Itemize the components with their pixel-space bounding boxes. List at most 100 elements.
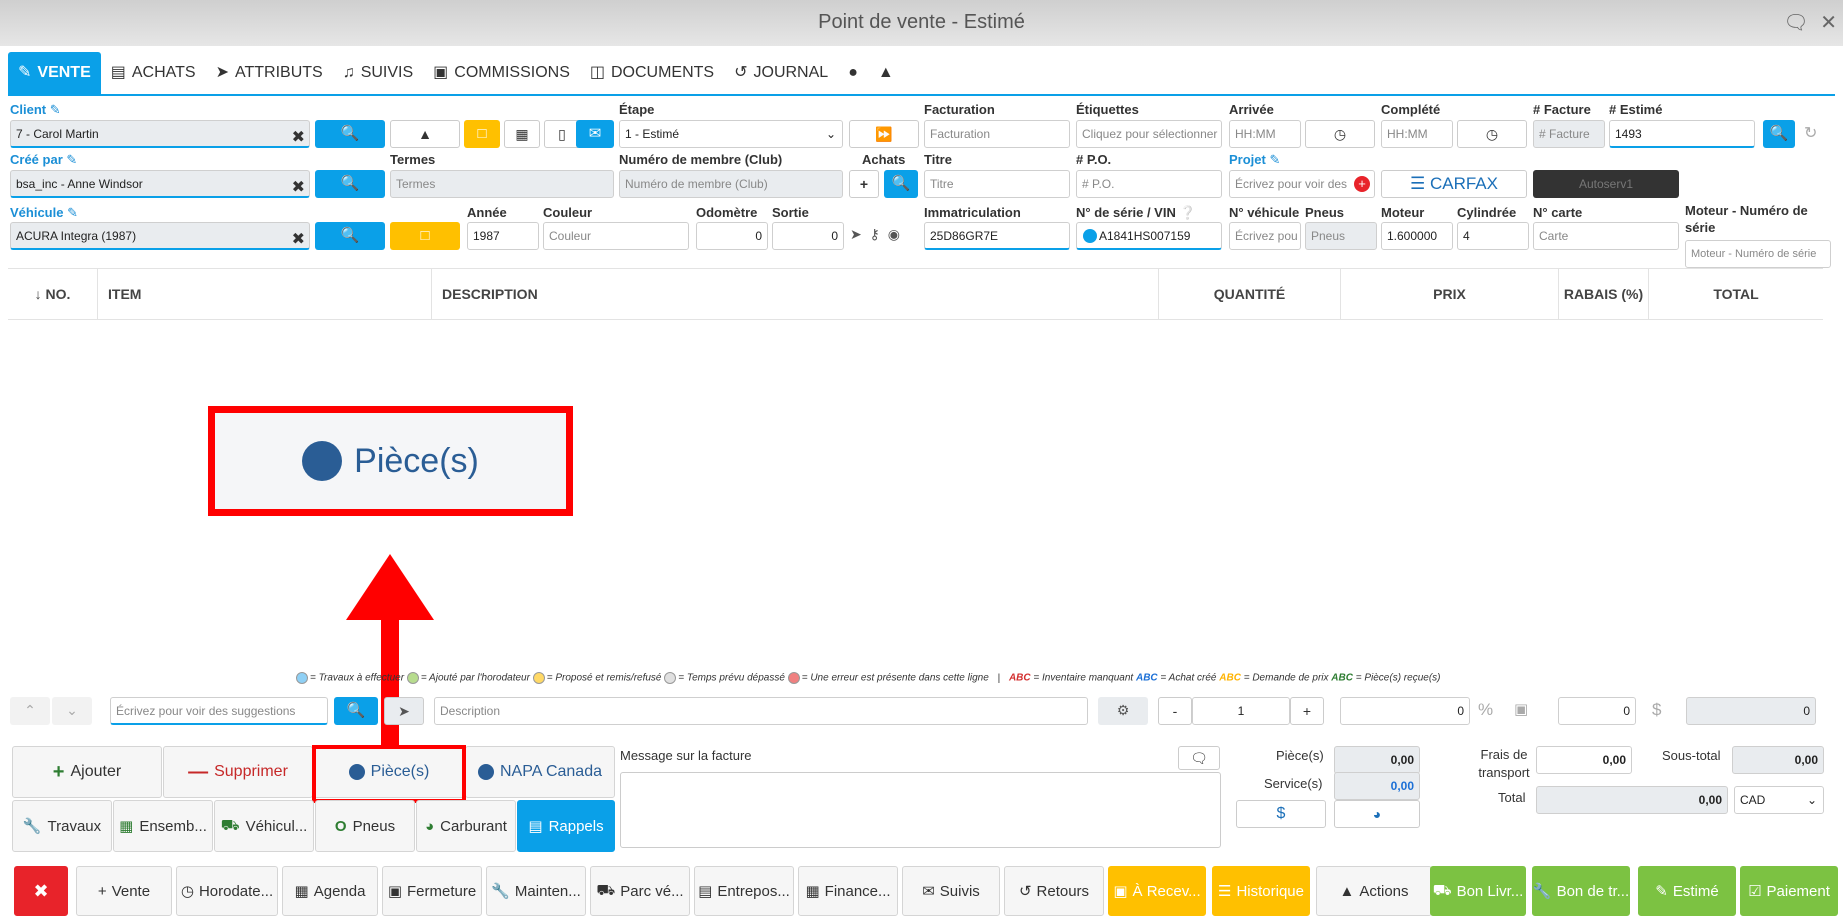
entreposage-button[interactable]: ▤ Entrepos... [694,866,794,916]
add-achat-button[interactable]: + [849,170,879,198]
clear-icon[interactable]: ✖ [292,175,305,196]
client-field[interactable]: 7 - Carol Martin ✖ [10,120,310,148]
message-textarea[interactable] [620,772,1221,848]
odometre-field[interactable]: 0 [696,222,768,250]
autoserv-button[interactable]: Autoserv1 [1533,170,1679,198]
settings-button[interactable]: ⚙ [1098,697,1148,725]
couleur-field[interactable]: Couleur [543,222,689,250]
napa-button[interactable]: NAPA Canada [465,746,615,798]
move-down-button[interactable]: ⌄ [52,697,92,725]
tab-vente[interactable]: ✎ VENTE [8,52,101,94]
next-step-button[interactable]: ⏩ [849,120,919,148]
supprimer-button[interactable]: — Supprimer [163,746,313,798]
pneus-button[interactable]: O Pneus [315,800,415,852]
a-recevoir-button[interactable]: ▣ À Recev... [1108,866,1206,916]
ensemble-button[interactable]: ▦ Ensemb... [113,800,213,852]
frais-field[interactable]: 0,00 [1536,746,1632,774]
clear-icon[interactable]: ✖ [292,125,305,146]
cree-par-field[interactable]: bsa_inc - Anne Windsor ✖ [10,170,310,198]
projet-label[interactable]: Projet ✎ [1229,152,1280,168]
client-search-button[interactable]: 🔍 [315,120,385,148]
binoculars-button[interactable]: ▲ [390,120,460,148]
immatriculation-field[interactable]: 25D86GR7E [924,222,1070,250]
horodateur-button[interactable]: ◷ Horodate... [176,866,278,916]
description-input[interactable]: Description [434,697,1088,725]
message-comment-button[interactable]: 🗨 [1178,746,1220,770]
achat-search-button[interactable]: 🔍 [884,170,918,198]
termes-field[interactable]: Termes [390,170,614,198]
arrivee-field[interactable]: HH:MM [1229,120,1301,148]
item-search-button[interactable]: 🔍 [334,697,378,725]
cylindree-field[interactable]: 4 [1457,222,1529,250]
tab-globe[interactable]: ● [838,52,868,94]
complete-field[interactable]: HH:MM [1381,120,1453,148]
phone-button[interactable]: ▯ [544,120,580,148]
pneus-field[interactable]: Pneus [1305,222,1377,250]
carfax-button[interactable]: ☰ CARFAX [1381,170,1527,198]
tab-suivis[interactable]: ♫ SUIVIS [333,52,423,94]
add-project-icon[interactable]: + [1354,176,1370,192]
paiement-button[interactable]: ☑ Paiement [1740,866,1838,916]
cancel-button[interactable]: ✖ [14,866,68,916]
qty-plus-button[interactable]: + [1290,697,1324,725]
dollar-toggle[interactable]: $ [1652,700,1661,720]
suivis-button[interactable]: ✉ Suivis [902,866,1000,916]
estime-search-button[interactable]: 🔍 [1763,120,1795,148]
parc-vehicules-button[interactable]: ⛟ Parc vé... [590,866,690,916]
tab-achats[interactable]: ▤ ACHATS [101,52,206,94]
moteur-serie-field[interactable]: Moteur - Numéro de série [1685,240,1831,268]
money-icon[interactable]: ▣ [1514,700,1528,718]
tab-training[interactable]: ▲ [868,52,904,94]
tab-commissions[interactable]: ▣ COMMISSIONS [423,52,580,94]
carburant-button[interactable]: ◕ Carburant [416,800,516,852]
dollar-button[interactable]: $ [1236,800,1326,828]
titre-field[interactable]: Titre [924,170,1070,198]
refresh-icon[interactable]: ↻ [1804,123,1817,143]
clear-icon[interactable]: ✖ [292,227,305,248]
complete-clock-button[interactable]: ◷ [1457,120,1527,148]
currency-select[interactable]: CAD ⌄ [1734,786,1824,814]
estime-field[interactable]: 1493 [1609,120,1755,148]
email-button[interactable]: ✉ [576,120,614,148]
vin-field[interactable]: A1841HS007159 [1076,222,1222,250]
qty-input[interactable]: 1 [1192,697,1290,725]
actions-button[interactable]: ▲ Actions [1316,866,1432,916]
po-field[interactable]: # P.O. [1076,170,1222,198]
pie-chart-button[interactable]: ◕ [1334,800,1420,828]
vehicule-note-button[interactable]: □ [390,222,460,250]
price-input[interactable]: 0 [1340,697,1470,725]
column-header-no[interactable]: ↓ NO. [8,269,98,319]
item-suggest-input[interactable]: Écrivez pour voir des suggestions [110,697,328,725]
eye-icon[interactable]: ◉ [888,226,900,242]
close-icon[interactable]: ✕ [1820,12,1837,34]
client-label[interactable]: Client ✎ [10,102,61,118]
etiquettes-field[interactable]: Cliquez pour sélectionner [1076,120,1222,148]
facturation-field[interactable]: Facturation [924,120,1070,148]
cree-par-label[interactable]: Créé par ✎ [10,152,77,168]
moteur-field[interactable]: 1.600000 [1381,222,1453,250]
maintenance-button[interactable]: 🔧 Mainten... [486,866,586,916]
bon-livraison-button[interactable]: ⛟ Bon Livr... [1430,866,1526,916]
fermeture-button[interactable]: ▣ Fermeture [382,866,482,916]
sortie-field[interactable]: 0 [772,222,844,250]
no-vehicule-field[interactable]: Écrivez pou [1229,222,1301,250]
tab-journal[interactable]: ↺ JOURNAL [724,52,838,94]
qty-minus-button[interactable]: - [1158,697,1192,725]
vente-button[interactable]: + Vente [76,866,172,916]
sync-icon[interactable] [1083,229,1097,243]
cree-par-search-button[interactable]: 🔍 [315,170,385,198]
percent-toggle[interactable]: % [1478,700,1493,720]
move-up-button[interactable]: ⌃ [10,697,50,725]
help-icon[interactable]: ❔ [1179,205,1195,220]
annee-field[interactable]: 1987 [467,222,539,250]
estime-button[interactable]: ✎ Estimé [1638,866,1736,916]
travaux-button[interactable]: 🔧 Travaux [12,800,112,852]
projet-field[interactable]: Écrivez pour voir des + [1229,170,1375,198]
vehicule-label[interactable]: Véhicule ✎ [10,205,78,221]
chat-icon[interactable]: 🗨 [1783,12,1808,34]
vehicule-search-button[interactable]: 🔍 [315,222,385,250]
bon-travail-button[interactable]: 🔧 Bon de tr... [1532,866,1630,916]
tab-documents[interactable]: ◫ DOCUMENTS [580,52,724,94]
key-icon[interactable]: ⚷ [870,226,880,242]
tab-attributs[interactable]: ➤ ATTRIBUTS [206,52,333,94]
